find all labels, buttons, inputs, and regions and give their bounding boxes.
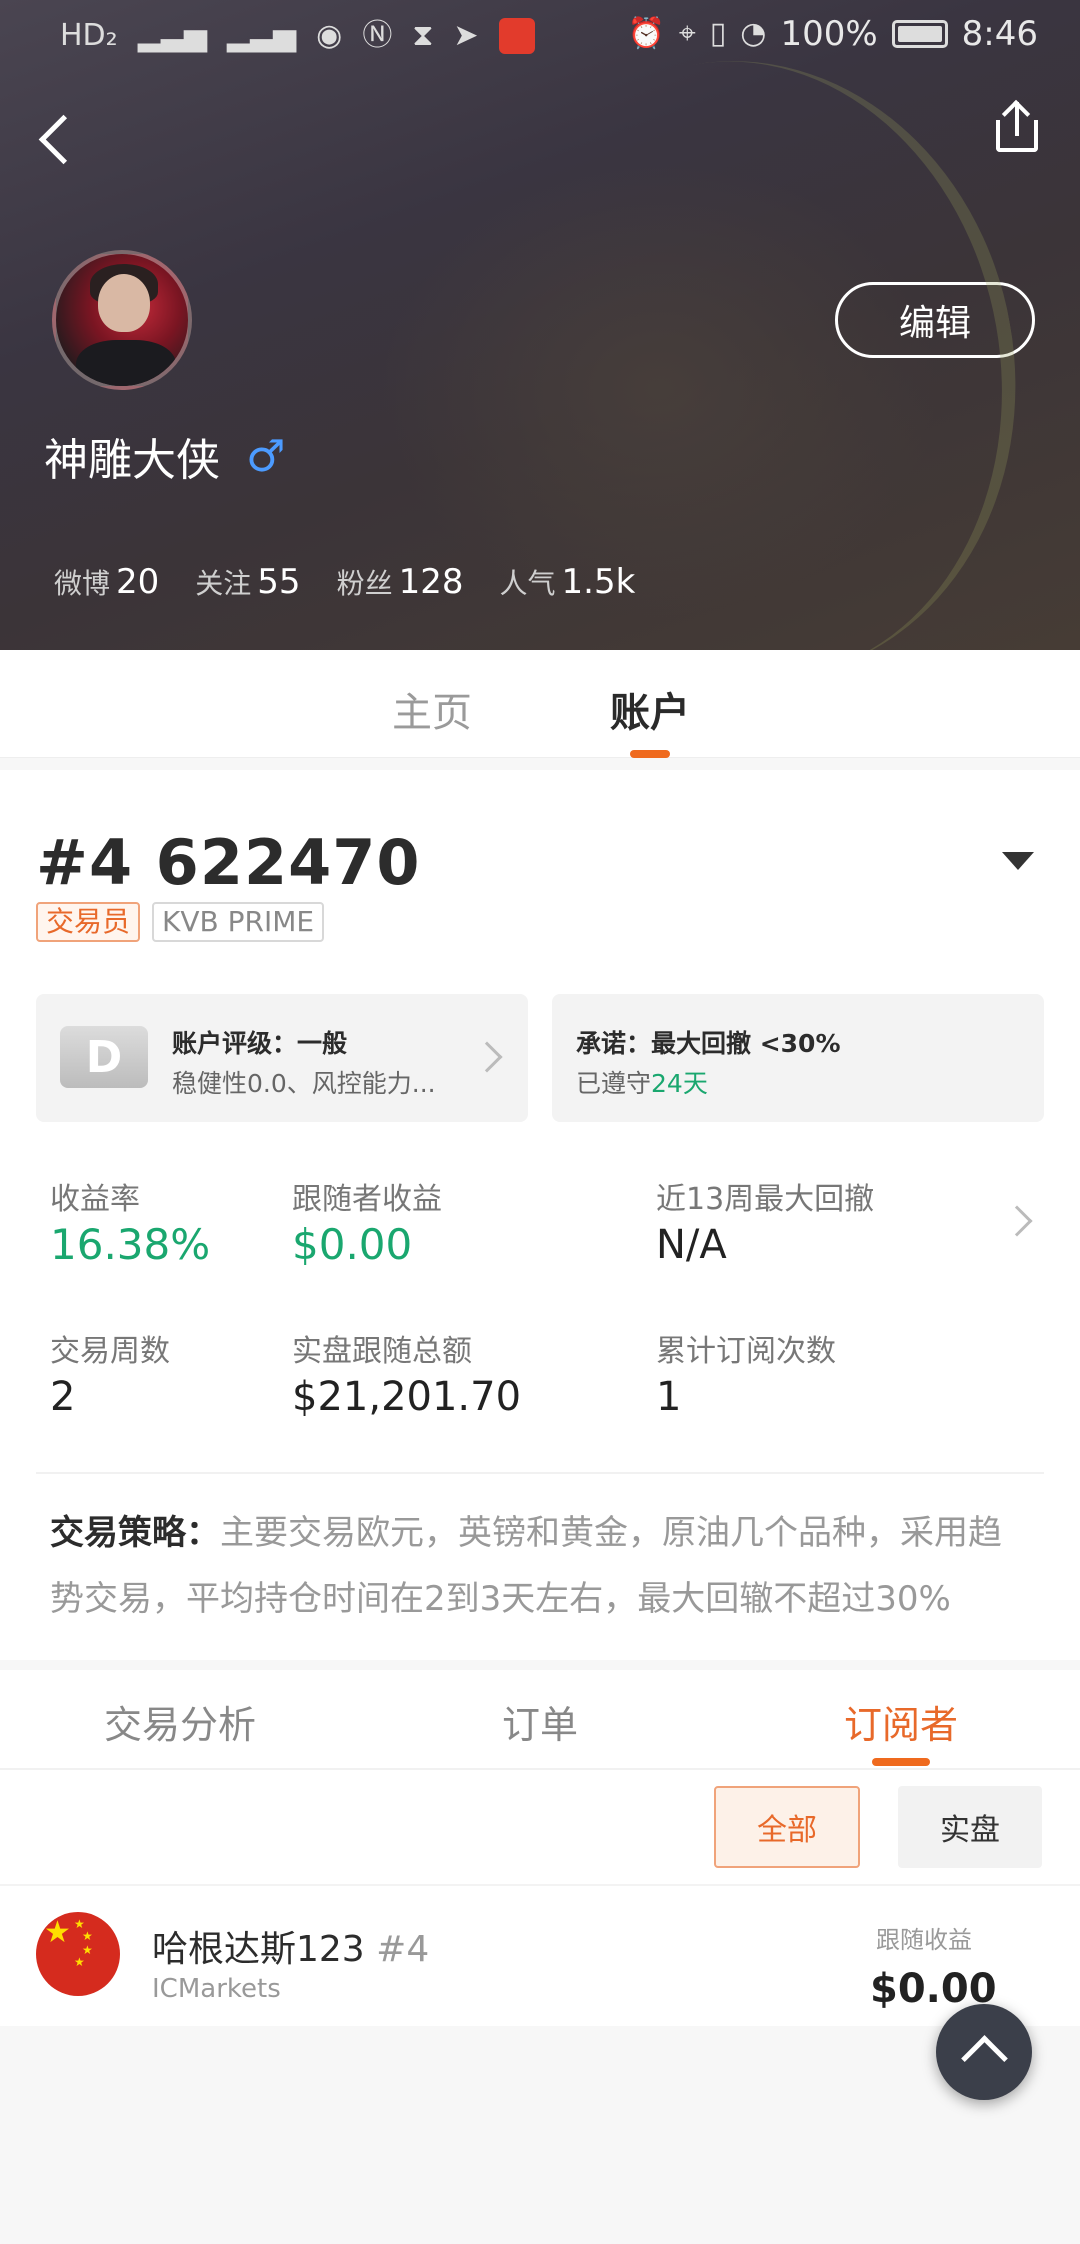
hourglass-icon: ⧗: [412, 18, 434, 53]
metric-label-follower-earnings: 跟随者收益: [292, 1182, 442, 1217]
profile-header: HD₂ ▂▃▅ ▂▃▅ ◉ Ⓝ ⧗ ➤ ⏰ ⌖ ▯ ◔ 100% 8:46 编辑…: [0, 0, 1080, 650]
clock: 8:46: [961, 14, 1038, 54]
stat-weibo[interactable]: 微博 20: [54, 562, 159, 602]
metric-value-subscriptions: 1: [656, 1374, 682, 1420]
account-rating-box[interactable]: D 账户评级：一般 稳健性0.0、风控能力...: [36, 994, 528, 1122]
stat-following[interactable]: 关注 55: [195, 562, 300, 602]
stat-followers[interactable]: 粉丝 128: [337, 562, 464, 602]
list-item[interactable]: ★ ★ ★ ★ ★ 哈根达斯123 #4 ICMarkets 跟随收益 $0.0…: [0, 1886, 1080, 2026]
filter-all-button[interactable]: 全部: [714, 1786, 860, 1868]
username: 神雕大侠: [44, 435, 220, 486]
tab-home[interactable]: 主页: [392, 680, 472, 738]
metric-value-follower-earnings: $0.00: [292, 1220, 413, 1269]
account-card: #4 622470 交易员 KVB PRIME D 账户评级：一般 稳健性0.0…: [0, 770, 1080, 1660]
nfc-icon: Ⓝ: [362, 18, 393, 53]
metric-label-follow-total: 实盘跟随总额: [292, 1334, 472, 1369]
promise-box: 承诺：最大回撤 <30% 已遵守24天: [552, 994, 1044, 1122]
scroll-to-top-icon[interactable]: [936, 2004, 1032, 2100]
speed-icon: ◔: [740, 16, 767, 51]
eye-icon: ◉: [316, 18, 343, 53]
profile-stats: 微博 20 关注 55 粉丝 128 人气 1.5k: [54, 562, 635, 602]
send-icon: ➤: [453, 18, 479, 53]
avatar[interactable]: [52, 250, 192, 390]
dropdown-arrow-icon[interactable]: [1002, 852, 1034, 870]
stat-popularity: 人气 1.5k: [499, 562, 636, 602]
alarm-icon: ⏰: [627, 16, 665, 51]
filter-real-button[interactable]: 实盘: [898, 1786, 1042, 1868]
share-icon[interactable]: [992, 99, 1044, 154]
broker-tag: KVB PRIME: [152, 902, 325, 942]
subscriber-name-row: 哈根达斯123 #4: [152, 1920, 429, 1972]
subscriber-filter-bar: 全部 实盘: [0, 1770, 1080, 1886]
battery-icon: [891, 20, 948, 48]
strategy-label: 交易策略：: [50, 1513, 220, 1553]
male-gender-icon: ♂: [246, 430, 286, 482]
metric-value-weeks: 2: [50, 1374, 76, 1420]
username-row: 神雕大侠 ♂: [44, 424, 285, 488]
tab-subscribers[interactable]: 订阅者: [844, 1694, 958, 1749]
subtab-indicator: [872, 1758, 930, 1766]
trading-strategy: 交易策略：主要交易欧元，英镑和黄金，原油几个品种，采用趋势交易，平均持仓时间在2…: [50, 1500, 1030, 1632]
vibrate-icon: ▯: [709, 16, 727, 51]
divider: [36, 1472, 1044, 1474]
metric-value-follow-total: $21,201.70: [292, 1374, 522, 1420]
subscriber-earn-label: 跟随收益: [876, 1926, 972, 1954]
metric-label-max-drawdown: 近13周最大回撤: [656, 1182, 875, 1217]
metric-label-weeks: 交易周数: [50, 1334, 170, 1369]
signal-icon-2: ▂▃▅: [226, 18, 297, 53]
detail-tabs: 交易分析 订单 订阅者: [0, 1670, 1080, 1770]
promise-title: 承诺：最大回撤 <30%: [576, 1029, 841, 1058]
china-flag-icon: ★ ★ ★ ★ ★: [36, 1912, 120, 1996]
rating-subtitle: 稳健性0.0、风控能力...: [172, 1069, 436, 1098]
battery-percent: 100%: [780, 14, 878, 54]
subscriber-rank: #4: [376, 1929, 430, 1970]
status-left: HD₂ ▂▃▅ ▂▃▅ ◉ Ⓝ ⧗ ➤: [60, 16, 535, 56]
grade-badge: D: [60, 1026, 148, 1088]
metric-value-max-drawdown: N/A: [656, 1222, 727, 1268]
subscriber-name: 哈根达斯123: [152, 1929, 365, 1970]
edit-profile-button[interactable]: 编辑: [835, 282, 1035, 358]
drawdown-chevron-icon[interactable]: [1001, 1205, 1033, 1237]
status-bar: HD₂ ▂▃▅ ▂▃▅ ◉ Ⓝ ⧗ ➤ ⏰ ⌖ ▯ ◔ 100% 8:46: [0, 0, 1080, 72]
role-tag: 交易员: [36, 902, 141, 942]
status-right: ⏰ ⌖ ▯ ◔ 100% 8:46: [627, 14, 1038, 54]
rating-title: 账户评级：一般: [172, 1029, 348, 1058]
location-icon: ⌖: [678, 16, 696, 51]
tab-orders[interactable]: 订单: [502, 1694, 578, 1749]
app-notification-icon: [498, 18, 535, 54]
promise-kept: 已遵守24天: [576, 1069, 708, 1098]
back-arrow-icon[interactable]: [32, 100, 92, 172]
hd-icon: HD₂: [60, 18, 118, 53]
metric-value-return: 16.38%: [50, 1220, 211, 1269]
tab-account[interactable]: 账户: [610, 680, 690, 738]
metric-label-return: 收益率: [50, 1182, 140, 1217]
metric-label-subscriptions: 累计订阅次数: [656, 1334, 836, 1369]
account-number: #4 622470: [36, 826, 421, 899]
signal-icon: ▂▃▅: [137, 18, 207, 53]
subscriber-broker: ICMarkets: [152, 1974, 281, 2004]
tab-trade-analysis[interactable]: 交易分析: [104, 1694, 256, 1749]
main-tabs: 主页 账户: [0, 650, 1080, 758]
chevron-right-icon: [471, 1041, 503, 1073]
tab-indicator: [630, 750, 670, 758]
